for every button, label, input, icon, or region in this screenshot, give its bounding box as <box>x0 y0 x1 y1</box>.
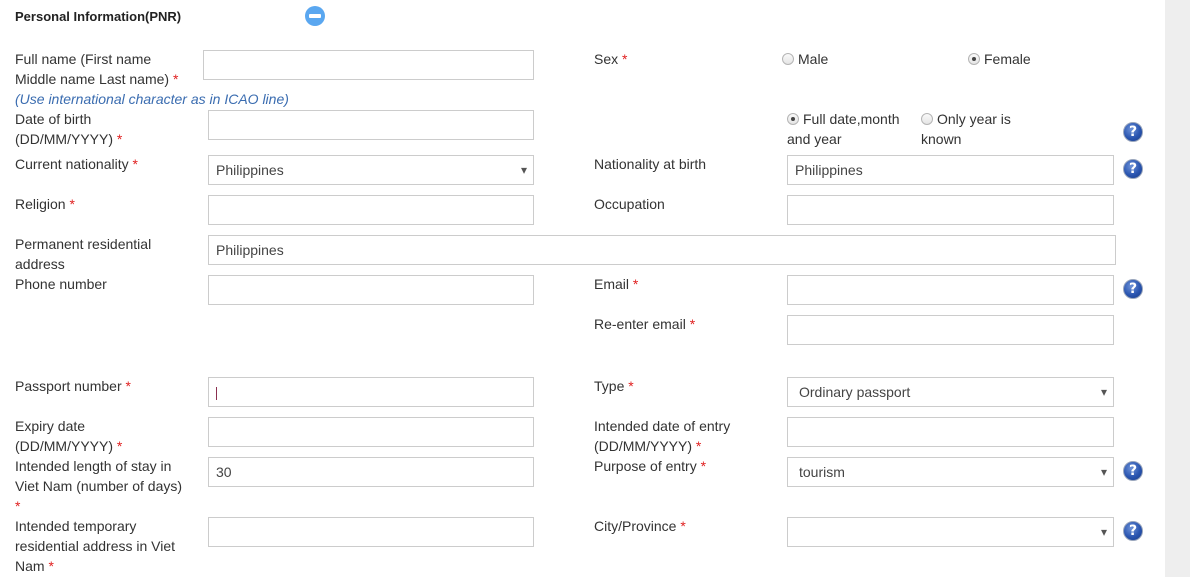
help-icon[interactable]: ? <box>1123 521 1143 541</box>
dob-year-only-radio[interactable]: Only year is known <box>921 109 1031 149</box>
occupation-input[interactable] <box>787 195 1114 225</box>
email-label-text: Email <box>594 276 630 292</box>
required-mark: * <box>172 71 179 87</box>
required-mark: * <box>632 276 639 292</box>
radio-unchecked-icon[interactable] <box>921 113 933 125</box>
required-mark: * <box>116 131 123 147</box>
religion-input[interactable] <box>208 195 534 225</box>
phone-input[interactable] <box>208 275 534 305</box>
passport-number-label: Passport number * <box>15 376 131 396</box>
religion-label: Religion * <box>15 194 75 214</box>
dob-label: Date of birth (DD/MM/YYYY) * <box>15 109 185 149</box>
help-icon[interactable]: ? <box>1123 159 1143 179</box>
full-name-label: Full name (First name Middle name Last n… <box>15 49 185 89</box>
nationality-at-birth-input[interactable]: Philippines <box>787 155 1114 185</box>
current-nationality-value: Philippines <box>216 162 284 178</box>
required-mark: * <box>48 558 54 574</box>
reenter-email-input[interactable] <box>787 315 1114 345</box>
minus-circle-icon[interactable] <box>305 6 325 26</box>
dob-full-date-label: Full date,month and year <box>787 111 900 147</box>
required-mark: * <box>695 438 702 454</box>
section-title: Personal Information(PNR) <box>15 9 182 24</box>
dob-year-only-label: Only year is known <box>921 111 1011 147</box>
intended-entry-date-input[interactable] <box>787 417 1114 447</box>
full-name-label-text: Full name (First name Middle name Last n… <box>15 51 170 87</box>
passport-type-select[interactable]: Ordinary passport <box>787 377 1114 407</box>
passport-number-input[interactable] <box>208 377 534 407</box>
city-province-select[interactable] <box>787 517 1114 547</box>
intended-entry-date-label: Intended date of entry (DD/MM/YYYY) * <box>594 416 754 456</box>
required-mark: * <box>689 316 696 332</box>
passport-type-value: Ordinary passport <box>799 384 911 400</box>
expiry-date-label-text: Expiry date (DD/MM/YYYY) <box>15 418 113 454</box>
sex-female-label: Female <box>984 51 1031 67</box>
religion-label-text: Religion <box>15 196 66 212</box>
length-of-stay-label-text: Intended length of stay in Viet Nam (num… <box>15 458 183 494</box>
current-nationality-label-text: Current nationality <box>15 156 129 172</box>
required-mark: * <box>622 51 628 67</box>
temp-address-input[interactable] <box>208 517 534 547</box>
occupation-label: Occupation <box>594 196 665 212</box>
length-of-stay-label: Intended length of stay in Viet Nam (num… <box>15 456 185 516</box>
required-mark: * <box>680 518 686 534</box>
purpose-of-entry-value: tourism <box>799 464 845 480</box>
required-mark: * <box>125 378 131 394</box>
sex-male-radio[interactable]: Male <box>782 49 828 69</box>
sex-label: Sex * <box>594 49 627 69</box>
passport-type-label: Type * <box>594 376 634 396</box>
purpose-of-entry-label-text: Purpose of entry <box>594 458 697 474</box>
radio-checked-icon[interactable] <box>968 53 980 65</box>
email-label: Email * <box>594 274 638 294</box>
sex-label-text: Sex <box>594 51 619 67</box>
length-of-stay-input[interactable]: 30 <box>208 457 534 487</box>
passport-type-label-text: Type <box>594 378 625 394</box>
full-name-input[interactable] <box>203 50 534 80</box>
phone-label: Phone number <box>15 276 107 292</box>
purpose-of-entry-select[interactable]: tourism <box>787 457 1114 487</box>
required-mark: * <box>69 196 75 212</box>
required-mark: * <box>116 438 123 454</box>
permanent-address-label: Permanent residential address <box>15 236 152 272</box>
city-province-label: City/Province * <box>594 516 686 536</box>
intended-entry-date-label-text: Intended date of entry (DD/MM/YYYY) <box>594 418 731 454</box>
reenter-email-label-text: Re-enter email <box>594 316 686 332</box>
current-nationality-select[interactable]: Philippines <box>208 155 534 185</box>
reenter-email-label: Re-enter email * <box>594 314 695 334</box>
full-name-hint: (Use international character as in ICAO … <box>15 91 289 107</box>
help-icon[interactable]: ? <box>1123 122 1143 142</box>
permanent-address-input[interactable]: Philippines <box>208 235 1116 265</box>
expiry-date-label: Expiry date (DD/MM/YYYY) * <box>15 416 185 456</box>
nationality-at-birth-label: Nationality at birth <box>594 156 707 172</box>
required-mark: * <box>15 498 21 514</box>
radio-unchecked-icon[interactable] <box>782 53 794 65</box>
current-nationality-label: Current nationality * <box>15 154 138 174</box>
dob-full-date-radio[interactable]: Full date,month and year <box>787 109 915 149</box>
city-province-label-text: City/Province <box>594 518 677 534</box>
email-input[interactable] <box>787 275 1114 305</box>
purpose-of-entry-label: Purpose of entry * <box>594 456 706 476</box>
radio-checked-icon[interactable] <box>787 113 799 125</box>
required-mark: * <box>132 156 138 172</box>
sex-female-radio[interactable]: Female <box>968 49 1031 69</box>
passport-number-label-text: Passport number <box>15 378 122 394</box>
sex-male-label: Male <box>798 51 829 67</box>
dob-input[interactable] <box>208 110 534 140</box>
required-mark: * <box>628 378 634 394</box>
text-caret <box>216 386 217 400</box>
temp-address-label: Intended temporary residential address i… <box>15 516 185 576</box>
help-icon[interactable]: ? <box>1123 279 1143 299</box>
dob-label-text: Date of birth (DD/MM/YYYY) <box>15 111 113 147</box>
side-panel <box>1165 0 1190 577</box>
help-icon[interactable]: ? <box>1123 461 1143 481</box>
temp-address-label-text: Intended temporary residential address i… <box>15 518 176 574</box>
expiry-date-input[interactable] <box>208 417 534 447</box>
required-mark: * <box>700 458 707 474</box>
